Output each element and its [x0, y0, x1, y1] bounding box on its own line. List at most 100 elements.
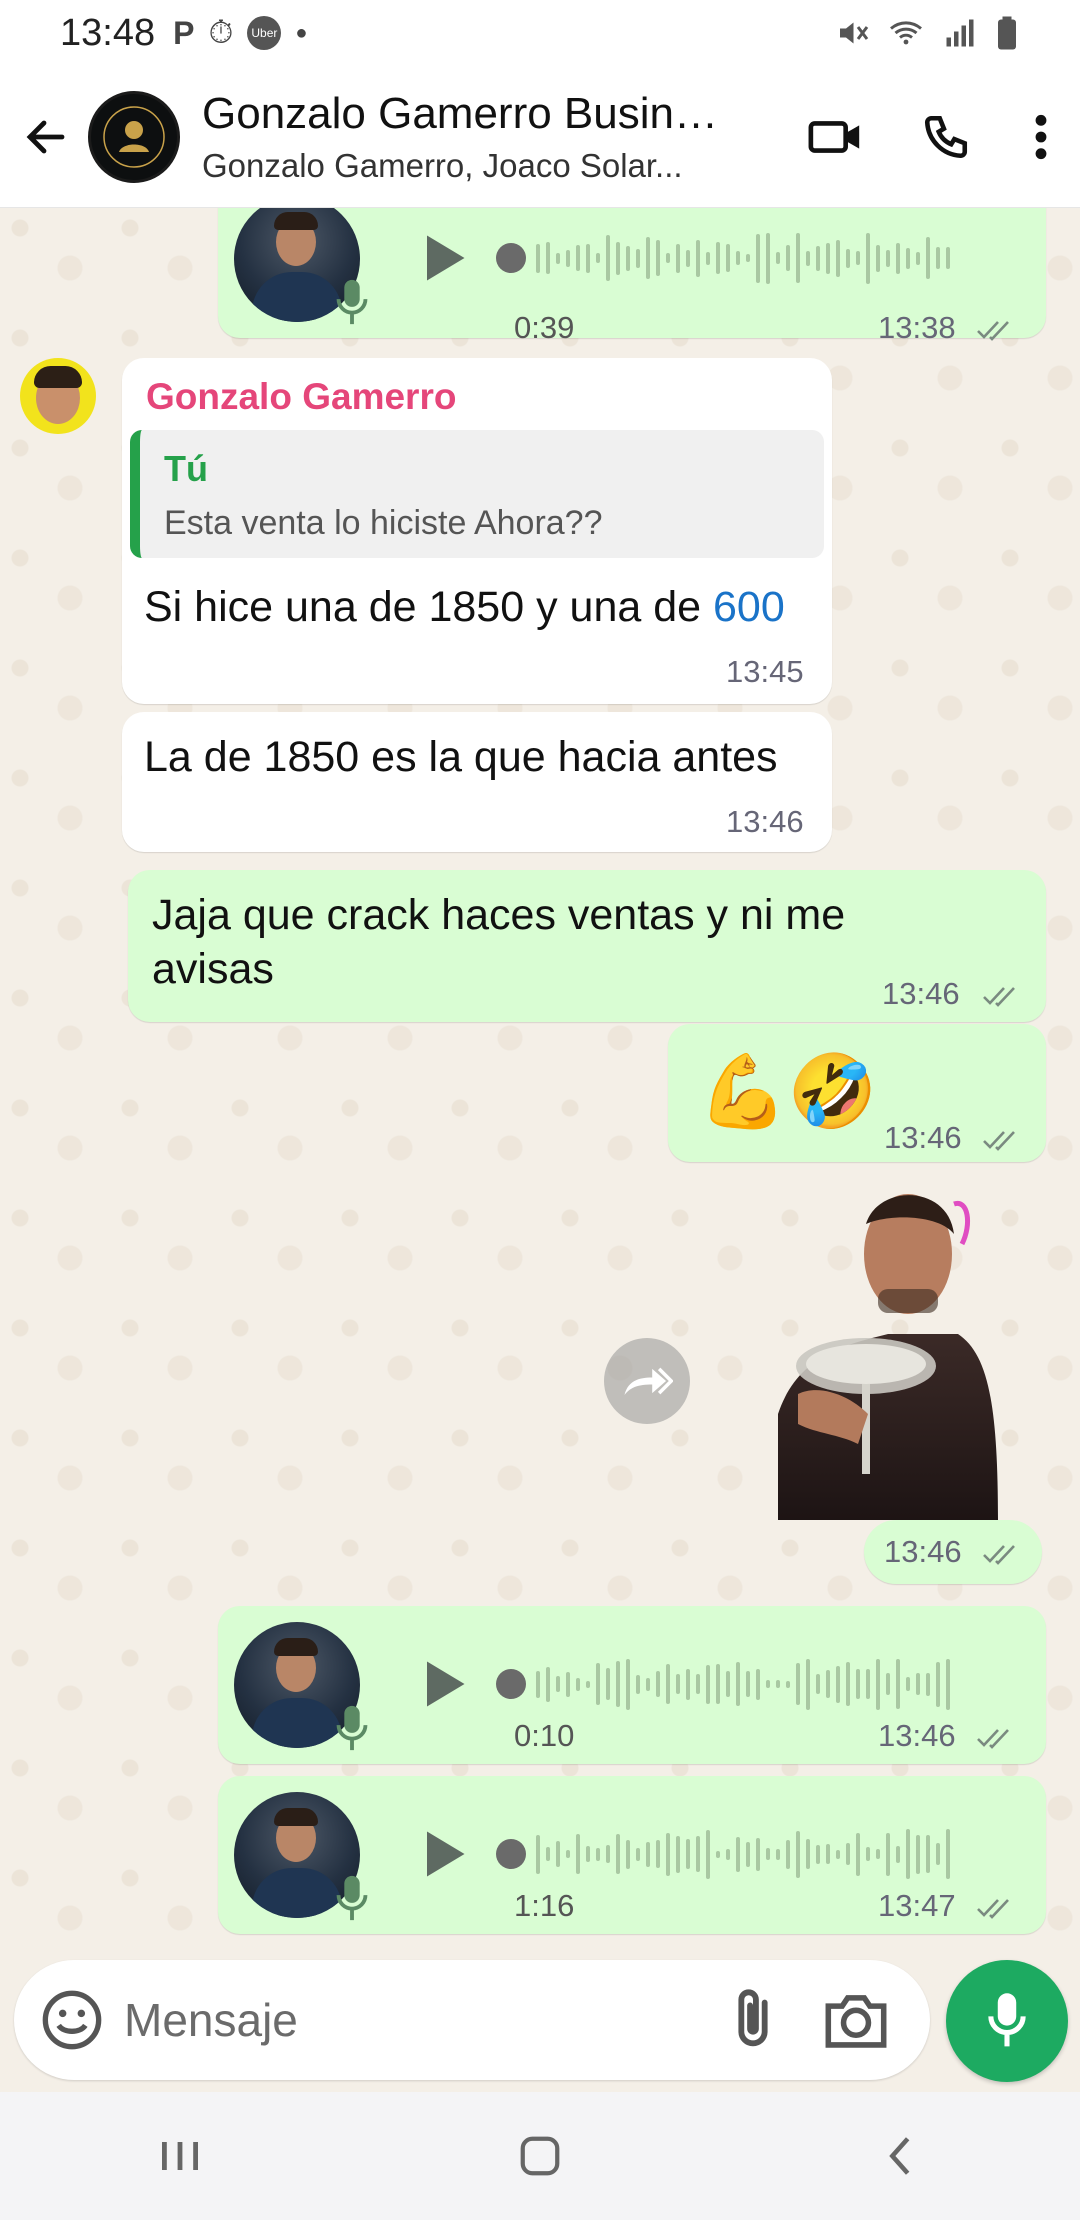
waveform-bar [656, 1840, 660, 1868]
incoming-message[interactable]: Gonzalo Gamerro Tú Esta venta lo hiciste… [122, 358, 832, 704]
waveform-bar [666, 253, 670, 263]
waveform-bar [646, 1677, 650, 1691]
waveform-bar [686, 249, 690, 267]
message-time: 13:46 [726, 804, 804, 839]
playhead-dot[interactable] [496, 243, 526, 273]
waveform-bar [896, 1659, 900, 1709]
waveform-bar [786, 1839, 790, 1869]
group-avatar[interactable] [88, 90, 180, 183]
waveform-bar [826, 242, 830, 274]
waveform-bar [776, 1680, 780, 1688]
chat-title: Gonzalo Gamerro Business [202, 88, 742, 138]
recent-apps-icon[interactable] [135, 2111, 225, 2201]
mic-badge-icon [336, 1705, 368, 1751]
message-time: 13:46 [882, 976, 960, 1011]
waveform-bar [686, 1668, 690, 1700]
sticker-image[interactable] [758, 1184, 998, 1520]
message-text: La de 1850 es la que hacia antes [144, 733, 778, 781]
waveform-bar [586, 243, 590, 273]
waveform-bar [826, 1844, 830, 1864]
voice-waveform[interactable] [496, 228, 950, 288]
voice-waveform[interactable] [496, 1654, 950, 1714]
outgoing-message[interactable]: Jaja que crack haces ventas y ni me avis… [128, 870, 1046, 1022]
incoming-message[interactable]: La de 1850 es la que hacia antes 13:46 [122, 712, 832, 852]
waveform-bar [756, 1837, 760, 1871]
waveform-bar [536, 243, 540, 273]
message-input[interactable] [124, 1984, 684, 2056]
waveform-bar [786, 245, 790, 271]
message-time: 13:46 [884, 1120, 962, 1155]
waveform-bar [596, 1847, 600, 1861]
play-button[interactable] [412, 228, 472, 288]
waveform-bar [856, 251, 860, 265]
waveform-bar [886, 1673, 890, 1695]
waveform-bar [806, 1658, 810, 1710]
sender-avatar[interactable] [20, 358, 96, 434]
message-time: 13:46 [884, 1534, 962, 1569]
waveform-bar [716, 242, 720, 274]
waveform-bar [766, 232, 770, 284]
waveform-bar [736, 251, 740, 265]
waveform-bar [706, 1664, 710, 1704]
quote-author: Tú [164, 448, 208, 489]
message-text-line: avisas [152, 945, 274, 993]
waveform-bar [576, 245, 580, 271]
voice-message[interactable]: 0:10 13:46 [218, 1606, 1046, 1764]
phone-icon[interactable] [906, 97, 986, 177]
message-time: 13:47 [878, 1888, 956, 1923]
waveform-bar [906, 1829, 910, 1879]
phone-number-link[interactable]: 600 [713, 583, 785, 631]
waveform-bar [906, 1677, 910, 1691]
waveform-bar [836, 1849, 840, 1859]
waveform-bar [816, 245, 820, 271]
more-vert-icon[interactable] [1016, 97, 1066, 177]
waveform-bar [876, 1658, 880, 1710]
waveform-bar [606, 1668, 610, 1700]
waveform-bar [666, 1832, 670, 1876]
forward-icon[interactable] [604, 1338, 690, 1424]
playhead-dot[interactable] [496, 1669, 526, 1699]
waveform-bar [656, 240, 660, 276]
waveform-bar [686, 1839, 690, 1869]
waveform-bar [736, 1662, 740, 1706]
read-receipt-icon [983, 987, 1015, 1007]
voice-message[interactable]: 1:16 13:47 [218, 1776, 1046, 1934]
waveform-bar [936, 247, 940, 269]
voice-message[interactable]: 0:39 13:38 [218, 208, 1046, 345]
record-voice-button[interactable] [946, 1960, 1068, 2082]
waveform-bar [906, 247, 910, 269]
waveform-bar [546, 1847, 550, 1861]
read-receipt-icon [983, 1131, 1015, 1151]
chat-title-area[interactable]: Gonzalo Gamerro Business Gonzalo Gamerro… [202, 89, 742, 185]
message-emoji: 💪🤣 [698, 1052, 878, 1132]
back-arrow-icon[interactable] [16, 107, 76, 167]
camera-icon[interactable] [820, 1986, 892, 2054]
message-list[interactable]: 0:39 13:38 Gonzalo Gamerro Tú Esta venta… [0, 208, 1080, 1960]
message-text: Si hice una de 1850 y una de 600 [144, 580, 785, 634]
outgoing-message[interactable]: 💪🤣 13:46 [668, 1024, 1046, 1162]
waveform-bar [636, 1847, 640, 1861]
back-nav-icon[interactable] [855, 2111, 945, 2201]
mic-badge-icon [336, 279, 368, 325]
play-button[interactable] [412, 1654, 472, 1714]
voice-waveform[interactable] [496, 1824, 950, 1884]
playhead-dot[interactable] [496, 1839, 526, 1869]
emoji-icon[interactable] [40, 1988, 104, 2052]
waveform-bar [816, 1844, 820, 1864]
sender-name[interactable]: Gonzalo Gamerro [146, 376, 456, 418]
waveform-bar [776, 1848, 780, 1860]
attach-icon[interactable] [718, 1984, 788, 2056]
play-button[interactable] [412, 1824, 472, 1884]
waveform-bar [546, 1666, 550, 1702]
quoted-message[interactable]: Tú Esta venta lo hiciste Ahora?? [130, 430, 824, 558]
chat-header: Gonzalo Gamerro Business Gonzalo Gamerro… [0, 66, 1080, 208]
home-icon[interactable] [495, 2111, 585, 2201]
waveform-bar [706, 251, 710, 265]
waveform-bar [926, 1835, 930, 1873]
voice-duration: 0:39 [514, 310, 575, 345]
voice-duration: 1:16 [514, 1888, 575, 1923]
waveform-bar [666, 1664, 670, 1704]
video-call-icon[interactable] [796, 97, 876, 177]
waveform-bar [886, 1832, 890, 1876]
read-receipt-icon [977, 1729, 1009, 1749]
